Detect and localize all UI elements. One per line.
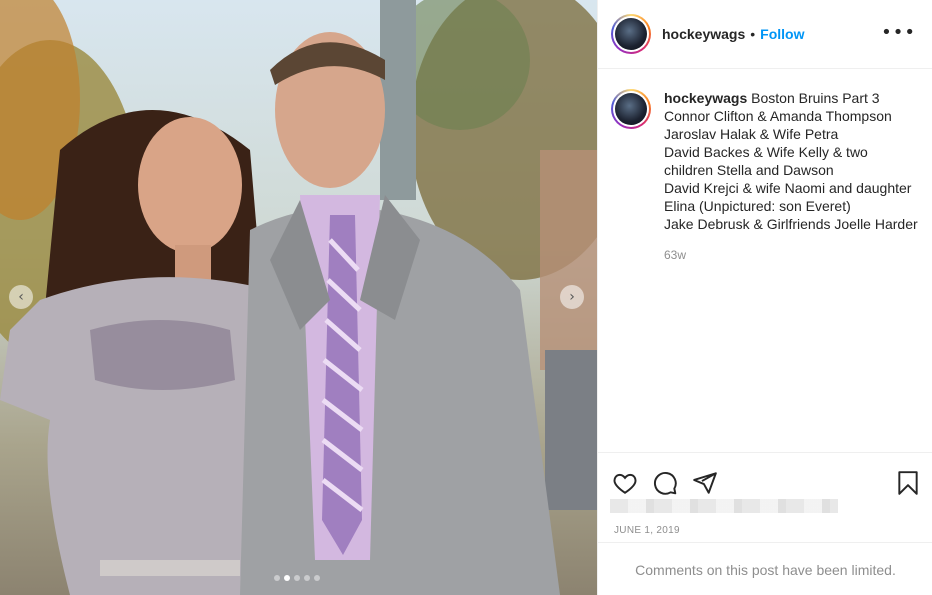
header-separator: • <box>750 26 756 42</box>
caption-body: hockeywags Boston Bruins Part 3 Connor C… <box>664 89 918 264</box>
carousel-indicator <box>274 575 320 581</box>
avatar[interactable] <box>611 14 651 54</box>
carousel-dot <box>294 575 300 581</box>
caption-line: David Backes & Wife Kelly & two children… <box>664 144 868 178</box>
caption-avatar[interactable] <box>611 89 651 129</box>
carousel-dot <box>314 575 320 581</box>
photo-illustration <box>0 0 597 595</box>
post-date[interactable]: JUNE 1, 2019 <box>614 525 932 536</box>
carousel-next-button[interactable]: › <box>560 285 584 309</box>
header-username[interactable]: hockeywags <box>662 26 745 42</box>
heart-icon[interactable] <box>612 470 638 496</box>
caption-line: David Krejci & wife Naomi and daughter E… <box>664 180 912 214</box>
carousel-dot-active <box>284 575 290 581</box>
caption-line: Boston Bruins Part 3 <box>751 90 880 106</box>
caption-line: Jaroslav Halak & Wife Petra <box>664 126 839 142</box>
caption-line: Connor Clifton & Amanda Thompson <box>664 108 892 124</box>
follow-button[interactable]: Follow <box>760 26 804 42</box>
action-bar <box>598 453 932 501</box>
carousel-prev-button[interactable]: ‹ <box>9 285 33 309</box>
more-options-icon[interactable]: ••• <box>881 24 916 42</box>
caption: hockeywags Boston Bruins Part 3 Connor C… <box>598 69 932 264</box>
caption-line: Jake Debrusk & Girlfriends Joelle Harder <box>664 216 918 232</box>
post-header: hockeywags • Follow ••• <box>598 0 932 69</box>
post-sidebar: hockeywags • Follow ••• hockeywags Bosto… <box>597 0 932 595</box>
carousel-dot <box>304 575 310 581</box>
likes-count-blurred <box>610 499 838 513</box>
carousel-dot <box>274 575 280 581</box>
comments-limited-notice: Comments on this post have been limited. <box>598 542 932 595</box>
post-actions: JUNE 1, 2019 Comments on this post have … <box>598 452 932 595</box>
share-icon[interactable] <box>692 470 718 496</box>
bookmark-icon[interactable] <box>895 470 921 496</box>
caption-username[interactable]: hockeywags <box>664 90 747 106</box>
post-photo[interactable]: ‹ › <box>0 0 597 595</box>
post-age[interactable]: 63w <box>664 246 918 264</box>
comment-icon[interactable] <box>652 470 678 496</box>
